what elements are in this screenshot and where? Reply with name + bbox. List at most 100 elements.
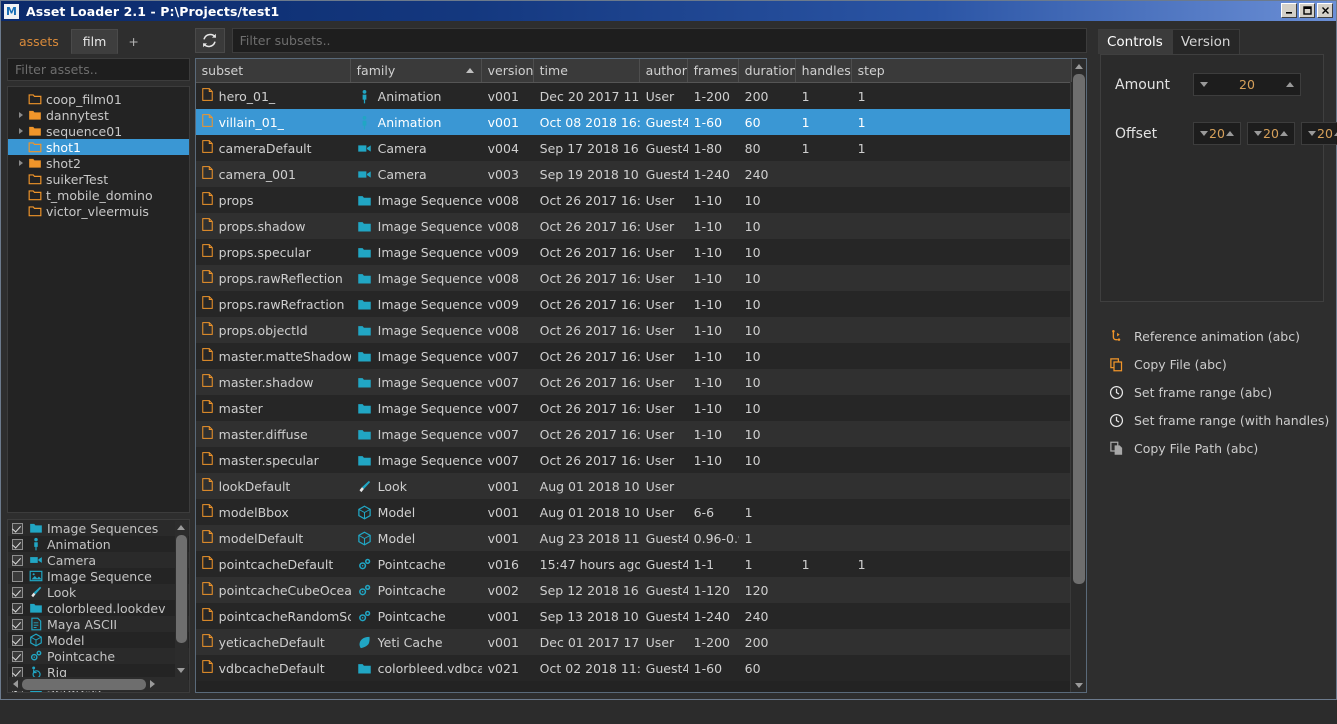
table-row[interactable]: villain_01_ Animation v001 Oct 08 2018 16:4… [195, 109, 1070, 135]
asset-tree-item[interactable]: dannytest [8, 107, 189, 123]
offset-stepper-x[interactable]: 20 [1193, 122, 1241, 145]
table-row[interactable]: pointcacheDefault Pointcache v016 15:47 hou… [195, 551, 1070, 577]
table-row[interactable]: master.matteShadow Image Sequences v007 Oct… [195, 343, 1070, 369]
expand-arrow-icon[interactable] [14, 128, 27, 134]
column-header-frames[interactable]: frames [688, 59, 739, 82]
table-vertical-scrollbar[interactable] [1070, 59, 1086, 692]
family-filter-item[interactable]: Image Sequence [8, 568, 189, 584]
family-filter-item[interactable]: Model [8, 632, 189, 648]
family-checkbox[interactable] [12, 650, 23, 662]
scroll-down-icon[interactable] [175, 664, 188, 677]
action-item[interactable]: Set frame range (abc) [1106, 378, 1330, 406]
asset-filter-input[interactable]: Filter assets.. [7, 58, 190, 81]
family-checkbox[interactable] [12, 570, 23, 582]
table-row[interactable]: master.shadow Image Sequences v007 Oct 26 2… [195, 369, 1070, 395]
table-body[interactable]: hero_01_ Animation v001 Dec 20 2017 11:32 Us… [195, 83, 1070, 692]
table-row[interactable]: hero_01_ Animation v001 Dec 20 2017 11:32 Us… [195, 83, 1070, 109]
asset-tree-item[interactable]: victor_vleermuis [8, 203, 189, 219]
stepper-down-icon[interactable] [1254, 131, 1262, 136]
family-checkbox[interactable] [12, 634, 23, 646]
table-row[interactable]: cameraDefault Camera v004 Sep 17 2018 16:47… [195, 135, 1070, 161]
family-checkbox[interactable] [12, 602, 23, 614]
family-filter-item[interactable]: Look [8, 584, 189, 600]
title-bar[interactable]: M Asset Loader 2.1 - P:\Projects/test1 [1, 1, 1336, 21]
table-row[interactable]: yeticacheDefault Yeti Cache v001 Dec 01 201… [195, 629, 1070, 655]
family-filter-item[interactable]: colorbleed.lookdev [8, 600, 189, 616]
expand-arrow-icon[interactable] [14, 112, 27, 118]
column-header-subset[interactable]: subset [196, 59, 351, 82]
family-checkbox[interactable] [12, 522, 23, 534]
table-row[interactable]: modelBbox Model v001 Aug 01 2018 10:33 User 6… [195, 499, 1070, 525]
stepper-up-icon[interactable] [1280, 131, 1288, 136]
family-filter-rows[interactable]: Image Sequences Animation Camera Image Sequ… [8, 520, 189, 692]
tab-add-button[interactable]: + [118, 29, 149, 54]
stepper-up-icon[interactable] [1286, 82, 1294, 87]
table-row[interactable]: camera_001 Camera v003 Sep 19 2018 10:44 Gue… [195, 161, 1070, 187]
family-filter-item[interactable]: Camera [8, 552, 189, 568]
tab-film[interactable]: film [70, 29, 119, 54]
scroll-left-icon[interactable] [9, 678, 22, 691]
stepper-down-icon[interactable] [1200, 131, 1208, 136]
scrollbar-thumb[interactable] [22, 678, 146, 690]
column-header-handles[interactable]: handles [796, 59, 852, 82]
asset-tree[interactable]: coop_film01 dannytest sequence01 shot1 shot2… [7, 86, 190, 513]
family-checkbox[interactable] [12, 666, 23, 678]
family-filter-item[interactable]: Animation [8, 536, 189, 552]
subset-filter-input[interactable]: Filter subsets.. [231, 28, 1087, 53]
stepper-down-icon[interactable] [1308, 131, 1316, 136]
family-checkbox[interactable] [12, 618, 23, 630]
column-header-version[interactable]: version [482, 59, 534, 82]
family-filter-item[interactable]: Pointcache [8, 648, 189, 664]
table-row[interactable]: modelDefault Model v001 Aug 23 2018 11:23 Gu… [195, 525, 1070, 551]
table-row[interactable]: pointcacheRandomScale Pointcache v001 Sep 1… [195, 603, 1070, 629]
amount-stepper[interactable]: 20 [1193, 73, 1301, 96]
table-row[interactable]: master.specular Image Sequences v007 Oct 26… [195, 447, 1070, 473]
table-row[interactable]: pointcacheCubeOcean Pointcache v002 Sep 12 … [195, 577, 1070, 603]
column-header-family[interactable]: family [351, 59, 482, 82]
tab-version[interactable]: Version [1171, 29, 1240, 54]
scroll-down-icon[interactable] [1071, 678, 1087, 692]
actions-list[interactable]: Reference animation (abc) Copy File (abc)… [1092, 314, 1330, 462]
scroll-up-icon[interactable] [1071, 59, 1087, 73]
column-header-duration[interactable]: duration [739, 59, 796, 82]
family-list-horizontal-scrollbar[interactable] [9, 677, 188, 691]
action-item[interactable]: Copy File (abc) [1106, 350, 1330, 378]
table-row[interactable]: vdbcacheDefault colorbleed.vdbcache v021 Oc… [195, 655, 1070, 681]
asset-tree-item[interactable]: shot2 [8, 155, 189, 171]
scroll-up-icon[interactable] [175, 521, 188, 534]
expand-arrow-icon[interactable] [14, 160, 27, 166]
asset-tree-item[interactable]: shot1 [8, 139, 189, 155]
asset-tree-item[interactable]: suikerTest [8, 171, 189, 187]
column-header-time[interactable]: time [534, 59, 640, 82]
column-header-author[interactable]: author [640, 59, 688, 82]
asset-tree-item[interactable]: sequence01 [8, 123, 189, 139]
close-button[interactable] [1317, 3, 1333, 18]
family-filter-item[interactable]: Maya ASCII [8, 616, 189, 632]
scrollbar-thumb[interactable] [1072, 74, 1085, 584]
table-row[interactable]: props Image Sequences v008 Oct 26 2017 16:4… [195, 187, 1070, 213]
family-checkbox[interactable] [12, 586, 23, 598]
scroll-right-icon[interactable] [146, 678, 159, 691]
action-item[interactable]: Reference animation (abc) [1106, 322, 1330, 350]
table-row[interactable]: lookDefault Look v001 Aug 01 2018 10:33 User [195, 473, 1070, 499]
action-item[interactable]: Copy File Path (abc) [1106, 434, 1330, 462]
offset-stepper-y[interactable]: 20 [1247, 122, 1295, 145]
table-row[interactable]: props.rawReflection Image Sequences v008 Oc… [195, 265, 1070, 291]
table-row[interactable]: props.specular Image Sequences v009 Oct 26 … [195, 239, 1070, 265]
stepper-up-icon[interactable] [1226, 131, 1234, 136]
action-item[interactable]: Set frame range (with handles) (ab [1106, 406, 1330, 434]
family-checkbox[interactable] [12, 554, 23, 566]
table-row[interactable]: master Image Sequences v007 Oct 26 2017 16:… [195, 395, 1070, 421]
family-filter-item[interactable]: Image Sequences [8, 520, 189, 536]
refresh-button[interactable] [194, 28, 225, 53]
stepper-down-icon[interactable] [1200, 82, 1208, 87]
family-checkbox[interactable] [12, 538, 23, 550]
scrollbar-thumb[interactable] [175, 535, 187, 643]
table-row[interactable]: props.rawRefraction Image Sequences v009 Oc… [195, 291, 1070, 317]
tab-assets[interactable]: assets [7, 29, 71, 54]
family-list-vertical-scrollbar[interactable] [174, 521, 188, 677]
tab-controls[interactable]: Controls [1098, 29, 1172, 54]
minimize-button[interactable] [1281, 3, 1297, 18]
table-row[interactable]: props.objectId Image Sequences v008 Oct 26 … [195, 317, 1070, 343]
asset-tree-item[interactable]: t_mobile_domino [8, 187, 189, 203]
